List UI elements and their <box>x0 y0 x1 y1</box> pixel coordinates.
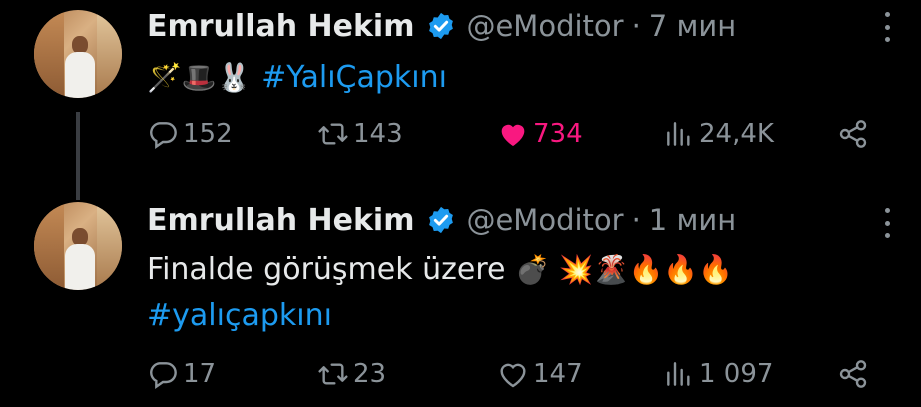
tweet-text: 🪄🎩🐰 #YalıÇapkını <box>147 56 447 100</box>
reply-count: 152 <box>183 119 233 149</box>
views-button[interactable]: 1 097 <box>663 358 773 390</box>
retweet-count: 23 <box>353 359 387 389</box>
emoji-group: 💣 💥🌋🔥🔥🔥 <box>515 253 734 286</box>
retweet-button[interactable]: 143 <box>317 118 403 150</box>
avatar[interactable] <box>34 10 122 98</box>
reply-count: 17 <box>183 359 217 389</box>
heart-icon <box>500 363 526 388</box>
tweet-text: Finalde görüşmek üzere 💣 💥🌋🔥🔥🔥 <box>147 248 733 292</box>
views-count: 1 097 <box>699 359 774 389</box>
share-icon <box>839 120 867 148</box>
tweet-actions: 152 143 734 24,4K <box>147 118 881 158</box>
retweet-button[interactable]: 23 <box>317 358 386 390</box>
share-button[interactable] <box>837 118 873 150</box>
separator-dot: · <box>631 9 641 43</box>
reply-icon <box>150 122 177 149</box>
verified-badge-icon <box>429 12 454 40</box>
timestamp[interactable]: 7 мин <box>649 9 736 43</box>
like-button[interactable]: 147 <box>497 358 583 390</box>
tweet[interactable]: Emrullah Hekim @eModitor · 1 мин Finalde… <box>0 196 921 407</box>
author-name[interactable]: Emrullah Hekim <box>147 9 414 44</box>
hashtag-link[interactable]: #yalıçapkını <box>147 298 332 333</box>
views-count: 24,4K <box>699 119 774 149</box>
author-name[interactable]: Emrullah Hekim <box>147 203 414 238</box>
hashtag-link[interactable]: #YalıÇapkını <box>261 60 447 95</box>
retweet-count: 143 <box>353 119 403 149</box>
avatar[interactable] <box>34 202 122 290</box>
emoji-group: 🪄🎩🐰 <box>147 61 252 94</box>
separator-dot: · <box>631 203 641 237</box>
more-icon[interactable] <box>885 12 893 42</box>
views-icon <box>667 362 690 386</box>
retweet-icon <box>318 363 348 385</box>
tweet[interactable]: Emrullah Hekim @eModitor · 7 мин 🪄🎩🐰 #Ya… <box>0 0 921 200</box>
more-icon[interactable] <box>885 208 893 238</box>
heart-icon <box>501 124 525 146</box>
tweet-text-line-2: #yalıçapkını <box>147 294 332 338</box>
tweet-header: Emrullah Hekim @eModitor · 1 мин <box>147 200 736 240</box>
tweet-actions: 17 23 147 1 097 <box>147 358 881 398</box>
like-button[interactable]: 734 <box>497 118 583 150</box>
share-icon <box>839 360 867 388</box>
like-count: 734 <box>533 119 583 149</box>
tweet-body-line: Finalde görüşmek üzere <box>147 252 506 287</box>
reply-button[interactable]: 152 <box>147 118 233 150</box>
verified-badge-icon <box>429 206 454 234</box>
views-button[interactable]: 24,4K <box>663 118 774 150</box>
tweet-header: Emrullah Hekim @eModitor · 7 мин <box>147 6 736 46</box>
retweet-icon <box>318 123 348 145</box>
share-button[interactable] <box>837 358 873 390</box>
thread-line <box>76 112 80 200</box>
timestamp[interactable]: 1 мин <box>649 203 736 237</box>
reply-button[interactable]: 17 <box>147 358 216 390</box>
views-icon <box>667 122 690 146</box>
author-handle[interactable]: @eModitor <box>466 203 623 237</box>
like-count: 147 <box>533 359 583 389</box>
reply-icon <box>150 362 177 389</box>
author-handle[interactable]: @eModitor <box>466 9 623 43</box>
